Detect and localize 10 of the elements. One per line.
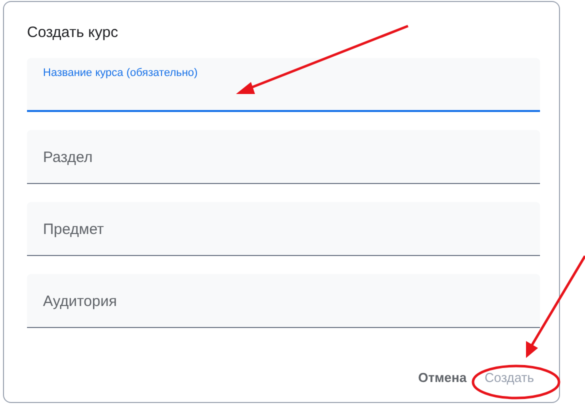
field-label: Название курса (обязательно) <box>43 66 198 80</box>
text-field[interactable]: Аудитория <box>27 274 540 328</box>
text-field[interactable]: Предмет <box>27 202 540 256</box>
text-field[interactable]: Название курса (обязательно) <box>27 58 540 112</box>
dialog-title: Создать курс <box>27 23 120 43</box>
field-placeholder: Аудитория <box>43 292 117 312</box>
field-placeholder: Раздел <box>43 148 93 168</box>
field-placeholder: Предмет <box>43 220 104 240</box>
text-field[interactable]: Раздел <box>27 130 540 184</box>
dialog-button[interactable]: Отмена <box>414 364 471 390</box>
